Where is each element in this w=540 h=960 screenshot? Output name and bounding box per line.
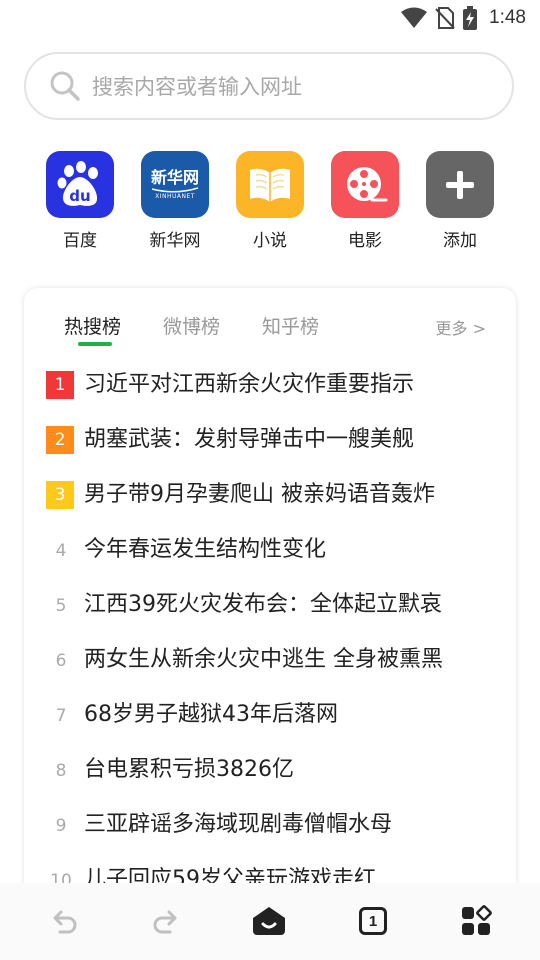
rank-number: 9	[55, 816, 67, 836]
redo-icon	[153, 910, 177, 934]
search-input[interactable]: 搜索内容或者输入网址	[24, 52, 514, 120]
list-item-title: 台电累积亏损3826亿	[84, 757, 294, 782]
search-icon	[50, 71, 80, 101]
list-item[interactable]: 1 习近平对江西新余火灾作重要指示	[24, 356, 516, 411]
shortcut-add[interactable]: 添加	[425, 151, 495, 251]
battery-charging-icon	[463, 6, 478, 30]
hot-list: 1 习近平对江西新余火灾作重要指示 2 胡塞武装：发射导弹击中一艘美舰 3 男子…	[24, 356, 516, 906]
tab-weibo[interactable]: 微博榜	[163, 312, 220, 339]
tabs-button[interactable]: 1	[355, 903, 391, 939]
shortcut-xinhua[interactable]: 新华网 XINHUANET 新华网	[140, 151, 210, 251]
list-item-title: 68岁男子越狱43年后落网	[84, 702, 338, 727]
list-item-title: 胡塞武装：发射导弹击中一艘美舰	[84, 427, 415, 452]
xinhua-logo-icon: 新华网 XINHUANET	[141, 151, 209, 218]
svg-text:du: du	[69, 187, 90, 205]
xinhua-logo-subtext: XINHUANET	[155, 192, 195, 200]
wifi-icon	[401, 7, 428, 28]
bottom-nav-bar: 1	[0, 883, 540, 960]
list-item[interactable]: 4 今年春运发生结构性变化	[24, 521, 516, 576]
apps-button[interactable]	[458, 903, 494, 939]
tabs-icon: 1	[359, 907, 387, 935]
shortcut-novel[interactable]: 小说	[235, 151, 305, 251]
undo-icon	[53, 910, 77, 934]
plus-icon	[426, 151, 494, 218]
more-link[interactable]: 更多 >	[436, 315, 487, 339]
list-item-title: 习近平对江西新余火灾作重要指示	[84, 372, 415, 397]
shortcut-movie[interactable]: 电影	[330, 151, 400, 251]
forward-button[interactable]	[148, 903, 184, 939]
tab-hot-search[interactable]: 热搜榜	[64, 312, 121, 339]
list-item-title: 今年春运发生结构性变化	[84, 537, 327, 562]
list-item[interactable]: 3 男子带9月孕妻爬山 被亲妈语音轰炸	[24, 466, 516, 521]
status-icons: 1:48	[401, 6, 526, 30]
list-item[interactable]: 8 台电累积亏损3826亿	[24, 741, 516, 796]
baidu-paw-icon: du	[46, 151, 114, 218]
book-icon	[236, 151, 304, 218]
no-sim-icon	[435, 7, 455, 29]
shortcut-label: 百度	[63, 231, 97, 251]
search-placeholder: 搜索内容或者输入网址	[92, 75, 302, 99]
list-item[interactable]: 6 两女生从新余火灾中逃生 全身被熏黑	[24, 631, 516, 686]
rank-badge: 1	[46, 371, 74, 399]
status-time: 1:48	[489, 7, 526, 28]
list-item-title: 两女生从新余火灾中逃生 全身被熏黑	[84, 647, 443, 672]
hot-tabs: 热搜榜 微博榜 知乎榜 更多 >	[24, 288, 516, 348]
shortcut-baidu[interactable]: du 百度	[45, 151, 115, 251]
xinhua-logo-text: 新华网	[150, 167, 199, 187]
hot-list-card: 热搜榜 微博榜 知乎榜 更多 > 1 习近平对江西新余火灾作重要指示 2 胡塞武…	[24, 288, 516, 908]
rank-number: 6	[55, 651, 67, 671]
home-button[interactable]	[251, 903, 287, 939]
list-item[interactable]: 2 胡塞武装：发射导弹击中一艘美舰	[24, 411, 516, 466]
shortcut-grid: du 百度 新华网 XINHUANET 新华网 小说 电影 添加	[45, 151, 495, 251]
active-tab-indicator	[78, 342, 112, 346]
list-item[interactable]: 9 三亚辟谣多海域现剧毒僧帽水母	[24, 796, 516, 851]
rank-number: 7	[55, 706, 67, 726]
rank-number: 4	[55, 541, 67, 561]
apps-grid-icon	[462, 905, 492, 935]
list-item[interactable]: 7 68岁男子越狱43年后落网	[24, 686, 516, 741]
rank-number: 5	[55, 596, 67, 616]
rank-badge: 2	[46, 426, 74, 454]
rank-number: 8	[55, 761, 67, 781]
back-button[interactable]	[46, 903, 82, 939]
film-reel-icon	[331, 151, 399, 218]
list-item[interactable]: 5 江西39死火灾发布会：全体起立默哀	[24, 576, 516, 631]
status-bar: 1:48	[0, 0, 540, 36]
list-item-title: 江西39死火灾发布会：全体起立默哀	[84, 592, 442, 617]
rank-badge: 3	[46, 481, 74, 509]
tab-zhihu[interactable]: 知乎榜	[262, 312, 319, 339]
home-icon	[253, 907, 285, 935]
shortcut-label: 新华网	[149, 231, 201, 251]
list-item-title: 男子带9月孕妻爬山 被亲妈语音轰炸	[84, 482, 435, 507]
shortcut-label: 小说	[253, 231, 287, 251]
list-item-title: 三亚辟谣多海域现剧毒僧帽水母	[84, 812, 393, 837]
shortcut-label: 添加	[443, 231, 477, 251]
shortcut-label: 电影	[348, 231, 382, 251]
